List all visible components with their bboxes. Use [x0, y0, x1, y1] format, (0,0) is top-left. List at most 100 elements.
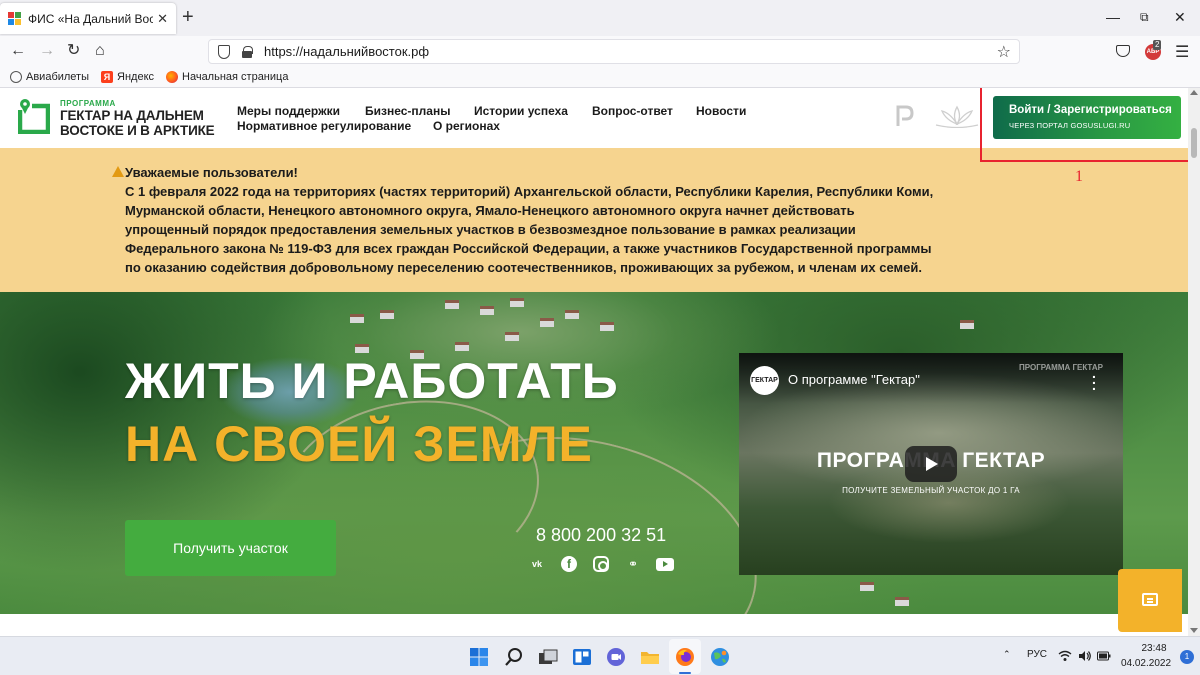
yandex-icon: Я: [101, 70, 114, 83]
facebook-icon[interactable]: f: [561, 556, 577, 572]
input-language[interactable]: РУС: [1027, 649, 1047, 660]
firefox-taskbar-icon[interactable]: [675, 647, 695, 667]
volume-icon[interactable]: [1078, 649, 1092, 663]
notice-title: Уважаемые пользователи!: [125, 165, 298, 180]
task-view-icon[interactable]: [538, 647, 558, 667]
teams-chat-icon[interactable]: [606, 647, 626, 667]
annotation-number: 1: [1075, 168, 1083, 185]
minimize-window-icon[interactable]: —: [1106, 9, 1120, 25]
logo-icon[interactable]: [18, 98, 50, 134]
nav-faq[interactable]: Вопрос-ответ: [592, 104, 673, 118]
search-icon[interactable]: [504, 647, 524, 667]
lotus-logo-icon[interactable]: [934, 104, 980, 128]
battery-icon[interactable]: [1097, 650, 1111, 662]
hotline-phone[interactable]: 8 800 200 32 51: [536, 525, 666, 546]
landscape-house: [540, 318, 554, 327]
notice-line: Мурманской области, Ненецкого автономног…: [125, 203, 855, 218]
video-title[interactable]: О программе "Гектар": [788, 372, 920, 387]
video-more-icon[interactable]: ...: [1092, 366, 1096, 392]
wifi-icon[interactable]: [1058, 649, 1072, 663]
widgets-icon[interactable]: [572, 647, 592, 667]
notice-line: упрощенный порядок предоставления земель…: [125, 222, 856, 237]
landscape-house: [510, 298, 524, 307]
channel-avatar[interactable]: ГЕКТАР: [750, 366, 779, 395]
hero-title-line-2: НА СВОЕЙ ЗЕМЛЕ: [125, 416, 593, 472]
browser-tab-active[interactable]: ФИС «На Дальний Восток» ✕: [0, 3, 176, 34]
tray-overflow-chevron-icon[interactable]: ⌃: [1003, 649, 1011, 660]
pocket-icon[interactable]: [1116, 45, 1130, 57]
youtube-icon[interactable]: [656, 558, 674, 571]
vk-icon[interactable]: vk: [529, 556, 545, 572]
youtube-video-player[interactable]: ГЕКТАР О программе "Гектар" ПРОГРАММА ГЕ…: [739, 353, 1123, 575]
odnoklassniki-icon[interactable]: ⚭: [625, 556, 641, 572]
landscape-house: [505, 332, 519, 341]
bookmark-star-icon[interactable]: ☆: [997, 42, 1011, 62]
logo-line-1: ГЕКТАР НА ДАЛЬНЕМ: [60, 108, 204, 123]
logo-line-2: ВОСТОКЕ И В АРКТИКЕ: [60, 123, 215, 138]
close-window-icon[interactable]: ✕: [1174, 9, 1186, 26]
active-app-indicator: [679, 672, 691, 674]
hero-section: ЖИТЬ И РАБОТАТЬ НА СВОЕЙ ЗЕМЛЕ Получить …: [0, 292, 1188, 614]
annotation-highlight-box: [980, 88, 1188, 162]
bookmark-item[interactable]: Начальная страница: [166, 70, 289, 83]
notice-line: по оказанию содействия добровольному пер…: [125, 260, 922, 275]
hero-title-line-1: ЖИТЬ И РАБОТАТЬ: [125, 353, 619, 409]
page-scrollbar[interactable]: [1188, 88, 1200, 636]
notice-line: С 1 февраля 2022 года на территориях (ча…: [125, 184, 934, 199]
menu-hamburger-icon[interactable]: ☰: [1175, 42, 1189, 62]
restore-window-icon[interactable]: ⧉: [1140, 10, 1149, 25]
landscape-house: [960, 320, 974, 329]
address-bar[interactable]: https://надальнийвосток.рф ☆: [208, 39, 1020, 64]
chat-widget-button[interactable]: [1118, 569, 1182, 632]
nav-business-plans[interactable]: Бизнес-планы: [365, 104, 450, 118]
web-page: ПРОГРАММА ГЕКТАР НА ДАЛЬНЕМ ВОСТОКЕ И В …: [0, 88, 1188, 636]
bookmark-item[interactable]: Я Яндекс: [101, 70, 155, 83]
home-icon[interactable]: ⌂: [95, 41, 105, 61]
adblock-badge: 2: [1153, 40, 1162, 50]
nav-regions[interactable]: О регионах: [433, 119, 500, 133]
bookmark-label: Начальная страница: [182, 70, 289, 83]
video-overlay-subtitle: ПОЛУЧИТЕ ЗЕМЕЛЬНЫЙ УЧАСТОК ДО 1 ГА: [842, 486, 1020, 495]
windows-taskbar: ⌃ РУС 23:48 04.02.2022 1: [0, 636, 1200, 675]
bookmark-label: Яндекс: [117, 70, 155, 83]
tracking-protection-shield-icon[interactable]: [218, 44, 230, 59]
bookmarks-bar: Авиабилеты Я Яндекс Начальная страница: [0, 66, 1200, 88]
notifications-badge[interactable]: 1: [1180, 650, 1194, 664]
instagram-icon[interactable]: [593, 556, 609, 572]
notice-line: Федерального закона № 119-ФЗ для всех гр…: [125, 241, 932, 256]
landscape-house: [445, 300, 459, 309]
forward-arrow-icon[interactable]: →: [39, 41, 55, 61]
landscape-house: [600, 322, 614, 331]
landscape-house: [380, 310, 394, 319]
reload-icon[interactable]: ↻: [67, 41, 80, 61]
bookmark-item[interactable]: Авиабилеты: [10, 70, 89, 83]
scroll-down-icon[interactable]: [1190, 628, 1198, 633]
windows-start-icon[interactable]: [469, 647, 489, 667]
nav-support-measures[interactable]: Меры поддержки: [237, 104, 340, 118]
landscape-house: [455, 342, 469, 351]
back-arrow-icon[interactable]: ←: [10, 41, 26, 61]
landscape-house: [350, 314, 364, 323]
clock-date[interactable]: 04.02.2022: [1118, 658, 1174, 669]
scroll-up-icon[interactable]: [1190, 90, 1198, 95]
nav-news[interactable]: Новости: [696, 104, 746, 118]
browser-globe-icon[interactable]: [710, 647, 730, 667]
nav-regulation[interactable]: Нормативное регулирование: [237, 119, 411, 133]
play-icon[interactable]: [905, 446, 957, 482]
landscape-house: [895, 597, 909, 606]
new-tab-button[interactable]: +: [182, 7, 194, 27]
scrollbar-thumb[interactable]: [1191, 128, 1197, 158]
url-text[interactable]: https://надальнийвосток.рф: [264, 44, 429, 59]
landscape-house: [480, 306, 494, 315]
firefox-icon: [166, 70, 179, 83]
file-explorer-icon[interactable]: [640, 647, 660, 667]
get-plot-button[interactable]: Получить участок: [125, 520, 336, 576]
tab-close-icon[interactable]: ✕: [157, 11, 168, 27]
clock-time[interactable]: 23:48: [1135, 643, 1173, 654]
lock-icon[interactable]: [242, 45, 253, 58]
video-watermark: ПРОГРАММА ГЕКТАР: [1019, 363, 1103, 372]
landscape-house: [565, 310, 579, 319]
nav-success-stories[interactable]: Истории успеха: [474, 104, 568, 118]
warning-icon: [112, 166, 124, 177]
partner-logo-icon[interactable]: [895, 104, 915, 128]
